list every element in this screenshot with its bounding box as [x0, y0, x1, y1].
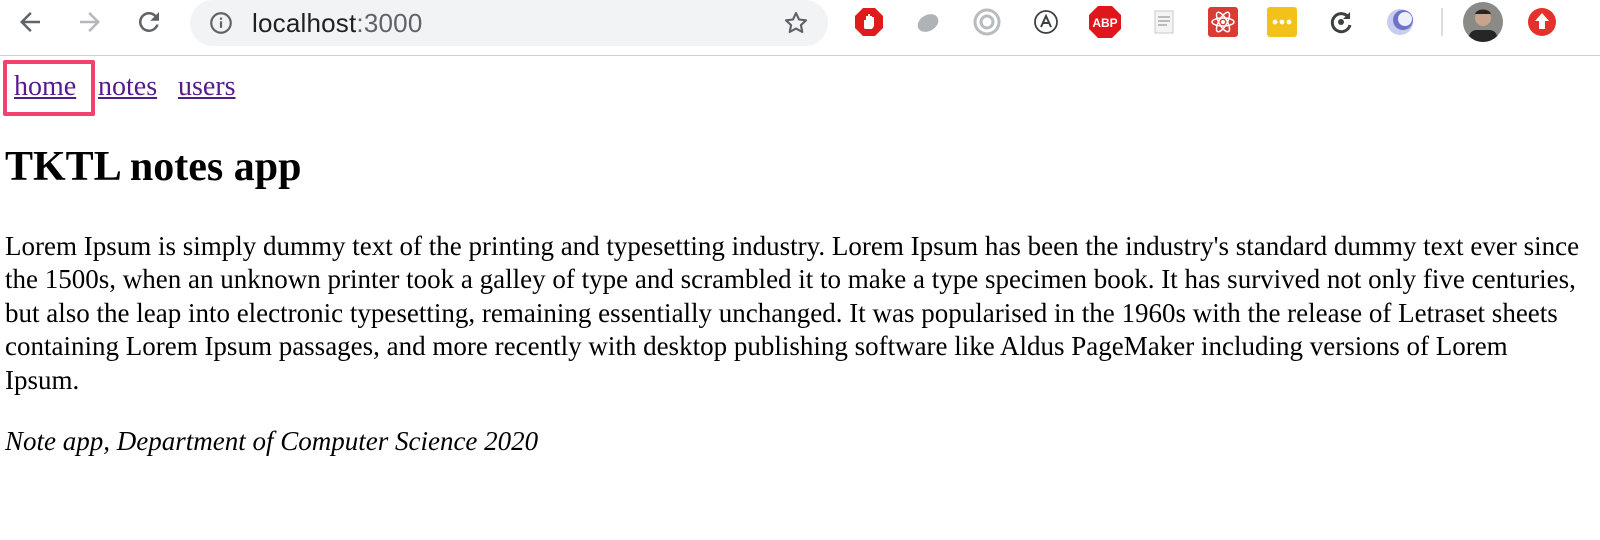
nav-link-users[interactable]: users: [178, 70, 236, 104]
nav-link-notes[interactable]: notes: [98, 70, 157, 104]
dots-icon[interactable]: [1264, 4, 1300, 40]
arrow-left-icon: [20, 12, 40, 32]
page-title: TKTL notes app: [5, 144, 302, 190]
info-icon[interactable]: [208, 10, 234, 36]
avatar[interactable]: [1462, 1, 1504, 43]
leaf-icon[interactable]: [910, 4, 946, 40]
abp-label: ABP: [1092, 16, 1117, 30]
reload-button[interactable]: [131, 4, 167, 40]
footer-text: Note app, Department of Computer Science…: [5, 426, 539, 456]
update-arrow-icon[interactable]: [1524, 4, 1560, 40]
url-port: :3000: [356, 8, 423, 38]
arrow-right-icon: [80, 12, 100, 32]
url-host: localhost: [252, 8, 357, 38]
atom-icon[interactable]: [1205, 4, 1241, 40]
moon-icon[interactable]: [1382, 4, 1418, 40]
nav-link-home[interactable]: home: [14, 70, 76, 104]
address-bar[interactable]: localhost:3000: [190, 0, 828, 46]
forward-button[interactable]: [72, 4, 108, 40]
target-icon[interactable]: [969, 4, 1005, 40]
back-button[interactable]: [12, 4, 48, 40]
abp-icon[interactable]: ABP: [1087, 4, 1123, 40]
doc-icon[interactable]: [1146, 4, 1182, 40]
body-paragraph: Lorem Ipsum is simply dummy text of the …: [5, 231, 1580, 395]
a-circle-icon[interactable]: [1028, 4, 1064, 40]
bookmark-star-icon[interactable]: [782, 9, 810, 37]
reload-icon: [139, 11, 159, 32]
url-text[interactable]: localhost:3000: [252, 8, 423, 38]
sync-icon[interactable]: [1323, 4, 1359, 40]
browser-toolbar: localhost:3000 ABP: [0, 0, 1600, 56]
toolbar-divider: [1441, 8, 1443, 36]
stop-hand-icon[interactable]: [851, 4, 887, 40]
